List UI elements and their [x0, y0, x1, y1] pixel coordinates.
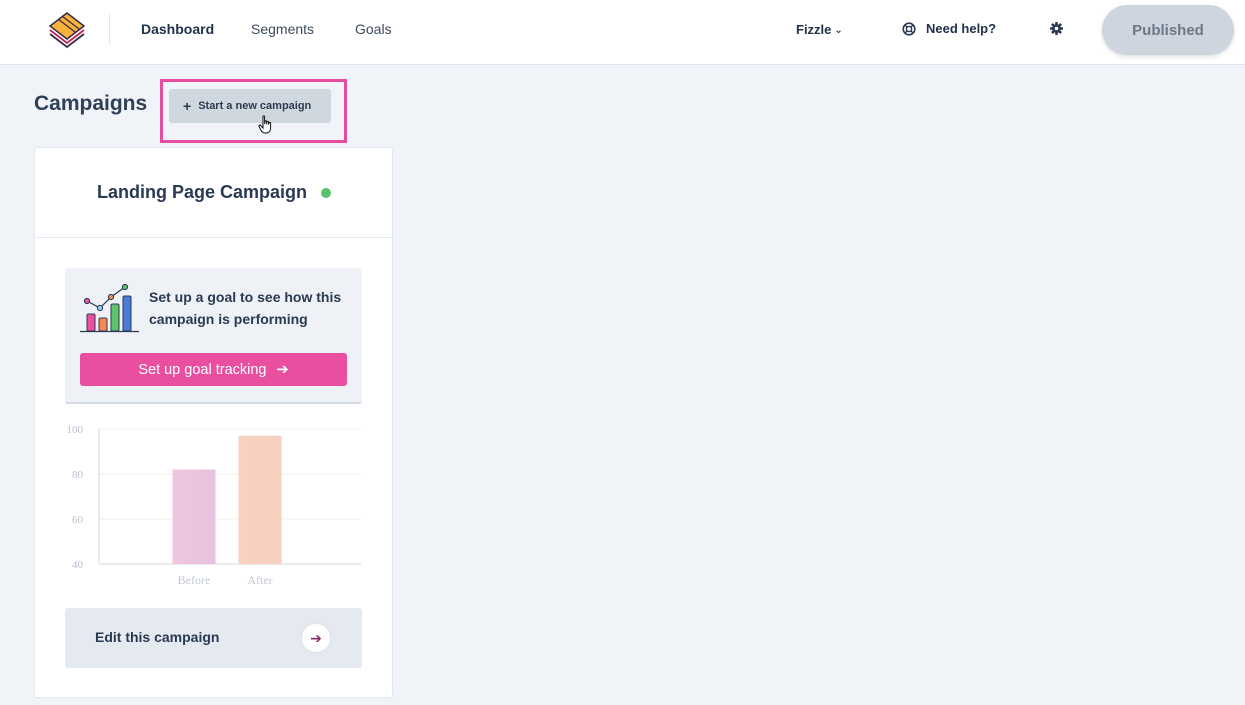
nav-dashboard[interactable]: Dashboard [141, 21, 214, 37]
arrow-right-circle-icon[interactable]: ➔ [301, 623, 331, 653]
goal-prompt-panel: Set up a goal to see how this campaign i… [65, 268, 362, 404]
goal-button-label: Set up goal tracking [138, 361, 267, 378]
bar-chart-growth-icon [80, 283, 139, 333]
x-tick-label: Before [178, 573, 211, 587]
nav-goals[interactable]: Goals [355, 21, 392, 37]
top-navigation-bar: Dashboard Segments Goals Fizzle ⌄ Need he… [0, 0, 1245, 65]
set-up-goal-tracking-button[interactable]: Set up goal tracking ➔ [80, 353, 347, 386]
chevron-down-icon: ⌄ [834, 25, 843, 36]
plus-icon: + [183, 98, 192, 114]
published-button[interactable]: Published [1102, 5, 1234, 55]
nav-divider [109, 14, 110, 45]
start-new-campaign-button[interactable]: + Start a new campaign [169, 89, 331, 123]
bar-before [172, 469, 216, 564]
y-tick-label: 40 [72, 559, 84, 571]
lifebuoy-icon [902, 21, 916, 36]
help-link[interactable]: Need help? [902, 21, 996, 36]
gear-icon[interactable] [1050, 22, 1063, 35]
start-new-campaign-label: Start a new campaign [198, 100, 312, 112]
edit-campaign-label: Edit this campaign [95, 629, 220, 645]
campaign-title[interactable]: Landing Page Campaign [97, 182, 307, 203]
account-menu[interactable]: Fizzle ⌄ [796, 22, 843, 37]
goal-prompt-text: Set up a goal to see how this campaign i… [149, 289, 342, 327]
logo-icon[interactable] [46, 10, 88, 50]
y-tick-label: 60 [72, 514, 84, 526]
account-name: Fizzle [796, 22, 832, 37]
edit-campaign-button[interactable]: Edit this campaign ➔ [65, 608, 362, 668]
help-label: Need help? [926, 21, 997, 36]
before-after-bar-chart: 100 80 60 40 Before After [67, 424, 361, 587]
y-tick-label: 100 [67, 424, 84, 436]
bar-after [238, 435, 282, 564]
status-active-dot [321, 188, 331, 198]
page-title: Campaigns [34, 92, 148, 115]
campaign-card: Landing Page Campaign Set up a goal to s… [34, 147, 393, 698]
hand-cursor-icon [258, 115, 272, 134]
nav-segments[interactable]: Segments [251, 21, 314, 37]
y-tick-label: 80 [72, 469, 84, 481]
campaign-card-header: Landing Page Campaign [35, 148, 392, 238]
arrow-right-icon: ➔ [276, 361, 289, 378]
x-tick-label: After [247, 573, 272, 587]
